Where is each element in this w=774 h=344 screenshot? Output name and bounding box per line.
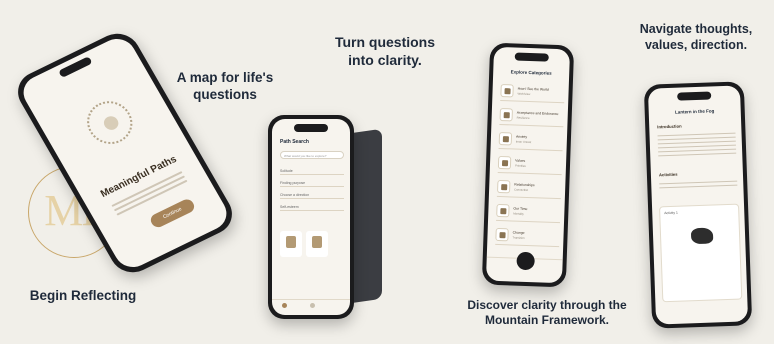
caption-discover: Discover clarity through the Mountain Fr… [467,298,627,327]
search-suggestion[interactable]: Finding purpose [280,179,344,187]
category-thumb-icon [497,179,511,194]
category-title: Anxiety [515,134,528,139]
phone-notch [294,124,328,132]
activities-heading: Activities [658,171,678,178]
category-thumb-icon [495,227,509,242]
phone-lantern: Lantern in the Fog Introduction Activiti… [643,81,753,329]
path-card[interactable] [280,231,302,257]
activity-label: Activity 1 [664,210,678,216]
rock-illustration-icon [690,227,714,245]
tab-bar [272,299,350,311]
introduction-heading: Introduction [657,123,682,130]
category-item[interactable]: Relationships Connection [496,176,562,200]
category-subtitle: Mortality [513,211,524,216]
phone-explore-categories: Explore Categories How I See the World Wo… [481,42,575,288]
promo-scene: MF Meaningful Paths Continue Path Search… [0,0,774,344]
category-item[interactable]: Change Transition [495,224,560,248]
category-title: Our Time [513,206,528,212]
category-thumb-icon [499,107,513,122]
phone3-screen: Explore Categories How I See the World Wo… [485,46,571,284]
category-title: Relationships [514,182,535,188]
phone-path-search: Path Search What would you like to explo… [268,115,354,319]
category-item[interactable]: Values Priorities [497,152,563,176]
category-item[interactable]: Our Time Mortality [496,200,561,224]
path-card[interactable] [306,231,328,257]
introduction-text [657,130,737,159]
path-card-icon [286,236,296,248]
explore-tab-icon[interactable] [310,303,315,308]
activities-text [659,178,738,191]
category-title: Change [512,230,525,235]
category-subtitle: Resilience [516,115,530,121]
lantern-title: Lantern in the Fog [675,108,715,115]
category-item[interactable]: Anxiety Inner Unrest [498,128,564,152]
phone-notch [514,52,549,62]
center-action-button[interactable] [516,251,535,271]
category-subtitle: Worldview [517,91,531,97]
search-input[interactable]: What would you like to explore? [280,151,344,159]
search-suggestion[interactable]: Self-esteem [280,203,344,211]
category-item[interactable]: Acceptance and Endurance Resilience [499,104,565,128]
path-search-title: Path Search [280,139,309,145]
activity-card[interactable]: Activity 1 [659,203,743,303]
phone4-screen: Lantern in the Fog Introduction Activiti… [647,85,749,325]
category-thumb-icon [500,84,514,98]
category-subtitle: Connection [514,187,529,193]
phone-notch [677,91,712,101]
caption-navigate: Navigate thoughts, values, direction. [639,22,753,52]
category-subtitle: Priorities [514,163,526,168]
path-card-icon [312,236,322,248]
category-subtitle: Inner Unrest [515,139,532,145]
category-item[interactable]: How I See the World Worldview [500,81,565,104]
caption-turn: Turn questions into clarity. [334,34,436,68]
category-thumb-icon [497,155,512,170]
continue-button[interactable]: Continue [148,197,197,230]
tab-bar [486,251,563,278]
search-suggestion[interactable]: Choose a direction [280,191,344,199]
category-thumb-icon [496,203,510,218]
phone2-screen: Path Search What would you like to explo… [272,119,350,315]
category-thumb-icon [498,131,513,146]
explore-categories-title: Explore Categories [510,69,552,76]
caption-map: A map for life's questions [176,70,274,102]
category-title: Values [515,158,526,163]
category-subtitle: Transition [512,235,525,240]
home-tab-icon[interactable] [282,303,287,308]
caption-begin: Begin Reflecting [29,288,137,303]
search-suggestion[interactable]: Solitude [280,167,344,175]
phone-notch [58,56,93,78]
